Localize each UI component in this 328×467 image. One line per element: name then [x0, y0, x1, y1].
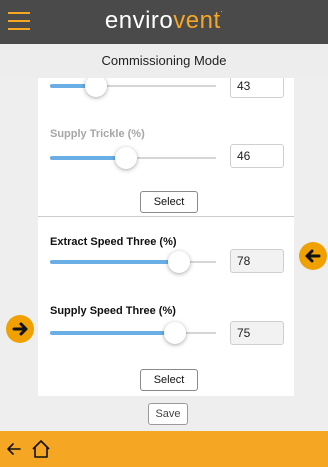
app-header: envirovent. — [0, 0, 328, 44]
setting-slider-0[interactable] — [50, 78, 216, 97]
save-button[interactable]: Save — [148, 403, 188, 425]
logo-mark: . — [220, 7, 224, 14]
supply-trickle-value[interactable]: 46 — [230, 144, 284, 168]
select-button-2[interactable]: Select — [140, 369, 198, 391]
footer-bar — [0, 431, 328, 467]
extract-speed-three-slider[interactable] — [50, 251, 216, 273]
annotation-arrow-right-icon — [6, 315, 34, 343]
home-icon[interactable] — [30, 438, 52, 460]
settings-panel: 43 Supply Trickle (%) 46 Select Extract … — [38, 78, 294, 396]
slider-thumb[interactable] — [85, 78, 108, 97]
extract-speed-three-value[interactable]: 78 — [230, 249, 284, 273]
back-arrow-icon[interactable] — [6, 439, 22, 459]
slider-thumb[interactable] — [168, 251, 191, 273]
select-button-1[interactable]: Select — [140, 191, 198, 213]
mode-title: Commissioning Mode — [0, 44, 328, 78]
background-left — [0, 78, 38, 396]
supply-trickle-label: Supply Trickle (%) — [50, 128, 145, 140]
logo-text-right: vent — [173, 7, 221, 34]
section-divider — [38, 216, 294, 217]
extract-speed-three-label: Extract Speed Three (%) — [50, 236, 177, 248]
slider-fill — [50, 260, 180, 264]
slider-fill — [50, 331, 175, 335]
annotation-arrow-left-icon — [299, 242, 327, 270]
envirovent-logo: envirovent. — [0, 7, 328, 35]
supply-speed-three-slider[interactable] — [50, 322, 216, 344]
supply-speed-three-label: Supply Speed Three (%) — [50, 305, 176, 317]
supply-speed-three-value[interactable]: 75 — [230, 321, 284, 345]
slider-thumb[interactable] — [163, 322, 186, 344]
supply-trickle-slider[interactable] — [50, 147, 216, 169]
setting-value-0[interactable]: 43 — [230, 78, 284, 98]
logo-text-left: enviro — [104, 7, 174, 34]
background-right — [294, 78, 328, 396]
slider-thumb[interactable] — [115, 147, 138, 169]
